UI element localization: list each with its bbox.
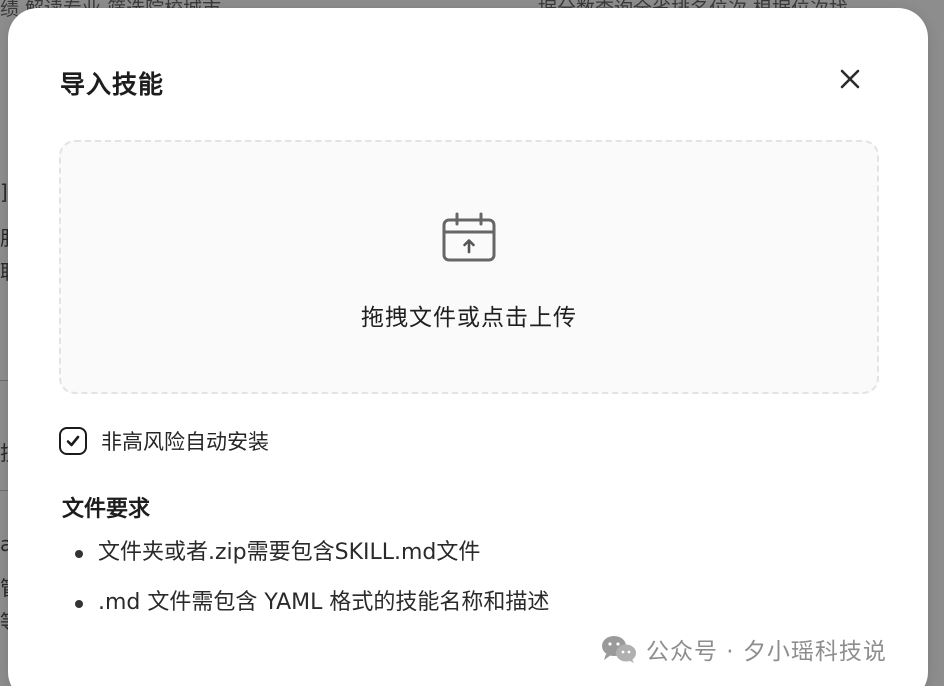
requirements-list: 文件夹或者.zip需要包含SKILL.md文件 .md 文件需包含 YAML 格… — [72, 538, 549, 638]
auto-install-label: 非高风险自动安装 — [101, 430, 269, 454]
requirement-item: .md 文件需包含 YAML 格式的技能名称和描述 — [72, 588, 549, 638]
calendar-upload-icon — [442, 212, 496, 262]
close-button[interactable] — [834, 63, 866, 95]
checkmark-icon — [66, 435, 80, 447]
background-divider — [0, 380, 8, 381]
dropzone-label: 拖拽文件或点击上传 — [361, 305, 577, 331]
file-dropzone[interactable]: 拖拽文件或点击上传 — [59, 140, 879, 394]
auto-install-option[interactable]: 非高风险自动安装 — [59, 426, 269, 456]
dialog-title: 导入技能 — [60, 70, 165, 99]
background-divider — [0, 490, 8, 491]
requirements-title: 文件要求 — [62, 497, 151, 522]
close-icon — [840, 69, 860, 89]
watermark-text: 公众号 · 夕小瑶科技说 — [646, 639, 887, 665]
requirement-item: 文件夹或者.zip需要包含SKILL.md文件 — [72, 538, 549, 588]
wechat-icon — [602, 636, 636, 663]
background-fragment: ] — [0, 180, 8, 204]
watermark: 公众号 · 夕小瑶科技说 — [600, 632, 887, 666]
auto-install-checkbox[interactable] — [59, 427, 87, 455]
import-skill-dialog: 导入技能 拖拽文件或点击上传 非高风险自动安装 文件要求 文件夹或者.zip需要… — [8, 8, 928, 686]
